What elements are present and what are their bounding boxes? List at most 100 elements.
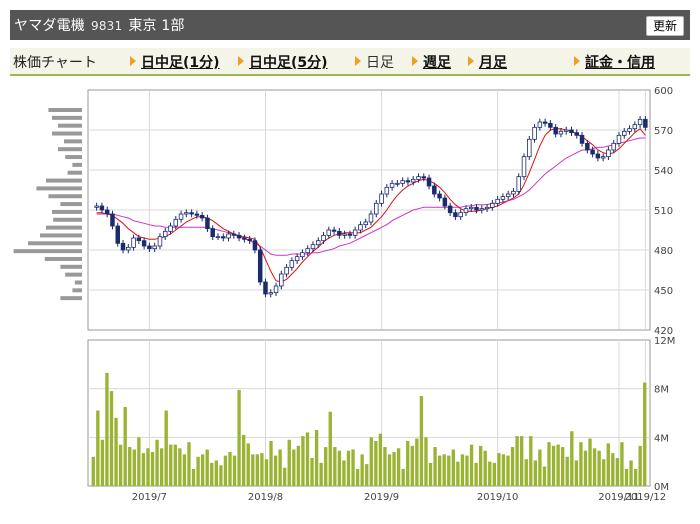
volume-bar bbox=[378, 433, 383, 486]
price-tick-label: 570 bbox=[654, 126, 673, 137]
volume-bar bbox=[606, 443, 610, 486]
price-volume-profile-bar bbox=[52, 209, 82, 214]
price-volume-profile-bar bbox=[67, 170, 82, 175]
volume-bar bbox=[478, 445, 483, 486]
volume-bar bbox=[118, 444, 123, 486]
volume-bar bbox=[365, 464, 369, 486]
volume-bar bbox=[155, 439, 159, 486]
volume-bar bbox=[442, 454, 446, 486]
volume-bar bbox=[296, 445, 301, 486]
candle-body bbox=[469, 206, 474, 210]
volume-bar bbox=[132, 449, 136, 486]
volume-bar bbox=[474, 462, 478, 486]
candle-body bbox=[616, 134, 622, 144]
candle-body bbox=[400, 180, 405, 184]
candle-body bbox=[136, 237, 142, 242]
candle-body bbox=[110, 213, 115, 227]
volume-bar bbox=[643, 382, 647, 486]
candle-body bbox=[157, 236, 163, 247]
candle-body bbox=[141, 240, 147, 247]
volume-bar bbox=[638, 445, 642, 486]
price-tick-label: 600 bbox=[654, 86, 673, 97]
volume-bar bbox=[506, 455, 510, 486]
volume-bar bbox=[100, 439, 105, 486]
volume-bar bbox=[383, 447, 387, 486]
volume-bar bbox=[538, 449, 542, 486]
volume-bar bbox=[200, 454, 205, 486]
volume-bar bbox=[515, 436, 519, 486]
candle-body bbox=[99, 205, 105, 211]
candle-body bbox=[279, 273, 284, 287]
candle-body bbox=[252, 240, 258, 251]
candle-body bbox=[368, 213, 374, 223]
volume-bar bbox=[269, 440, 273, 486]
candle-body bbox=[389, 182, 395, 188]
x-tick-label: 2019/10 bbox=[477, 492, 519, 503]
candle-body bbox=[590, 149, 595, 155]
price-volume-profile-bar bbox=[48, 194, 82, 199]
candle-body bbox=[574, 132, 580, 136]
candle-body bbox=[300, 252, 305, 258]
volume-bar bbox=[182, 454, 187, 486]
candle-body bbox=[347, 233, 353, 236]
price-volume-profile-bar bbox=[13, 249, 83, 254]
volume-bar bbox=[561, 447, 565, 486]
volume-bar bbox=[319, 462, 323, 486]
price-volume-profile-bar bbox=[58, 147, 82, 152]
volume-bar bbox=[205, 449, 209, 486]
volume-bar bbox=[465, 455, 469, 486]
volume-bar bbox=[419, 395, 424, 486]
volume-bar bbox=[228, 451, 232, 486]
candle-body bbox=[284, 266, 289, 275]
candle-body bbox=[516, 176, 521, 192]
candle-body bbox=[447, 205, 453, 214]
volume-tick-label: 4M bbox=[654, 433, 669, 444]
price-volume-profile-bar bbox=[60, 296, 82, 301]
volume-bar bbox=[529, 436, 533, 486]
candle-body bbox=[410, 178, 416, 183]
price-tick-label: 480 bbox=[654, 246, 673, 257]
price-volume-profile-bar bbox=[64, 139, 82, 144]
candle-body bbox=[194, 213, 200, 216]
volume-bar bbox=[351, 449, 355, 486]
volume-bar bbox=[141, 453, 146, 486]
volume-bar bbox=[369, 437, 373, 486]
candle-body bbox=[548, 122, 553, 128]
candle-body bbox=[521, 156, 527, 178]
candle-body bbox=[395, 182, 400, 185]
candle-body bbox=[205, 217, 210, 230]
volume-bar bbox=[128, 447, 132, 486]
volume-bar bbox=[615, 458, 620, 486]
candle-body bbox=[273, 285, 279, 294]
x-tick-label: 2019/7 bbox=[132, 492, 167, 503]
price-volume-profile-bar bbox=[65, 155, 82, 160]
volume-bar bbox=[611, 453, 615, 486]
volume-bar bbox=[387, 454, 392, 486]
x-tick-label: 2019/12 bbox=[625, 492, 667, 503]
candle-body bbox=[643, 118, 648, 128]
candle-body bbox=[600, 156, 606, 159]
volume-bar bbox=[469, 444, 474, 486]
volume-bar bbox=[355, 468, 360, 486]
candle-body bbox=[474, 206, 479, 211]
x-tick-label: 2019/9 bbox=[364, 492, 399, 503]
candle-body bbox=[115, 225, 120, 244]
volume-bar bbox=[510, 447, 515, 486]
candle-body bbox=[131, 237, 136, 248]
candle-body bbox=[405, 180, 411, 183]
candle-body bbox=[542, 121, 548, 124]
volume-bar bbox=[488, 461, 492, 486]
volume-bar bbox=[241, 434, 246, 486]
price-volume-profile-bar bbox=[60, 264, 82, 269]
volume-bar bbox=[624, 468, 629, 486]
volume-bar bbox=[169, 444, 173, 486]
candle-body bbox=[215, 236, 221, 239]
volume-bar bbox=[533, 460, 538, 486]
volume-bar bbox=[310, 458, 314, 486]
volume-bar bbox=[629, 460, 633, 486]
candle-body bbox=[162, 230, 168, 238]
candle-body bbox=[199, 214, 205, 219]
volume-bar bbox=[396, 448, 401, 486]
volume-bar bbox=[91, 456, 95, 486]
volume-bar bbox=[251, 454, 255, 486]
